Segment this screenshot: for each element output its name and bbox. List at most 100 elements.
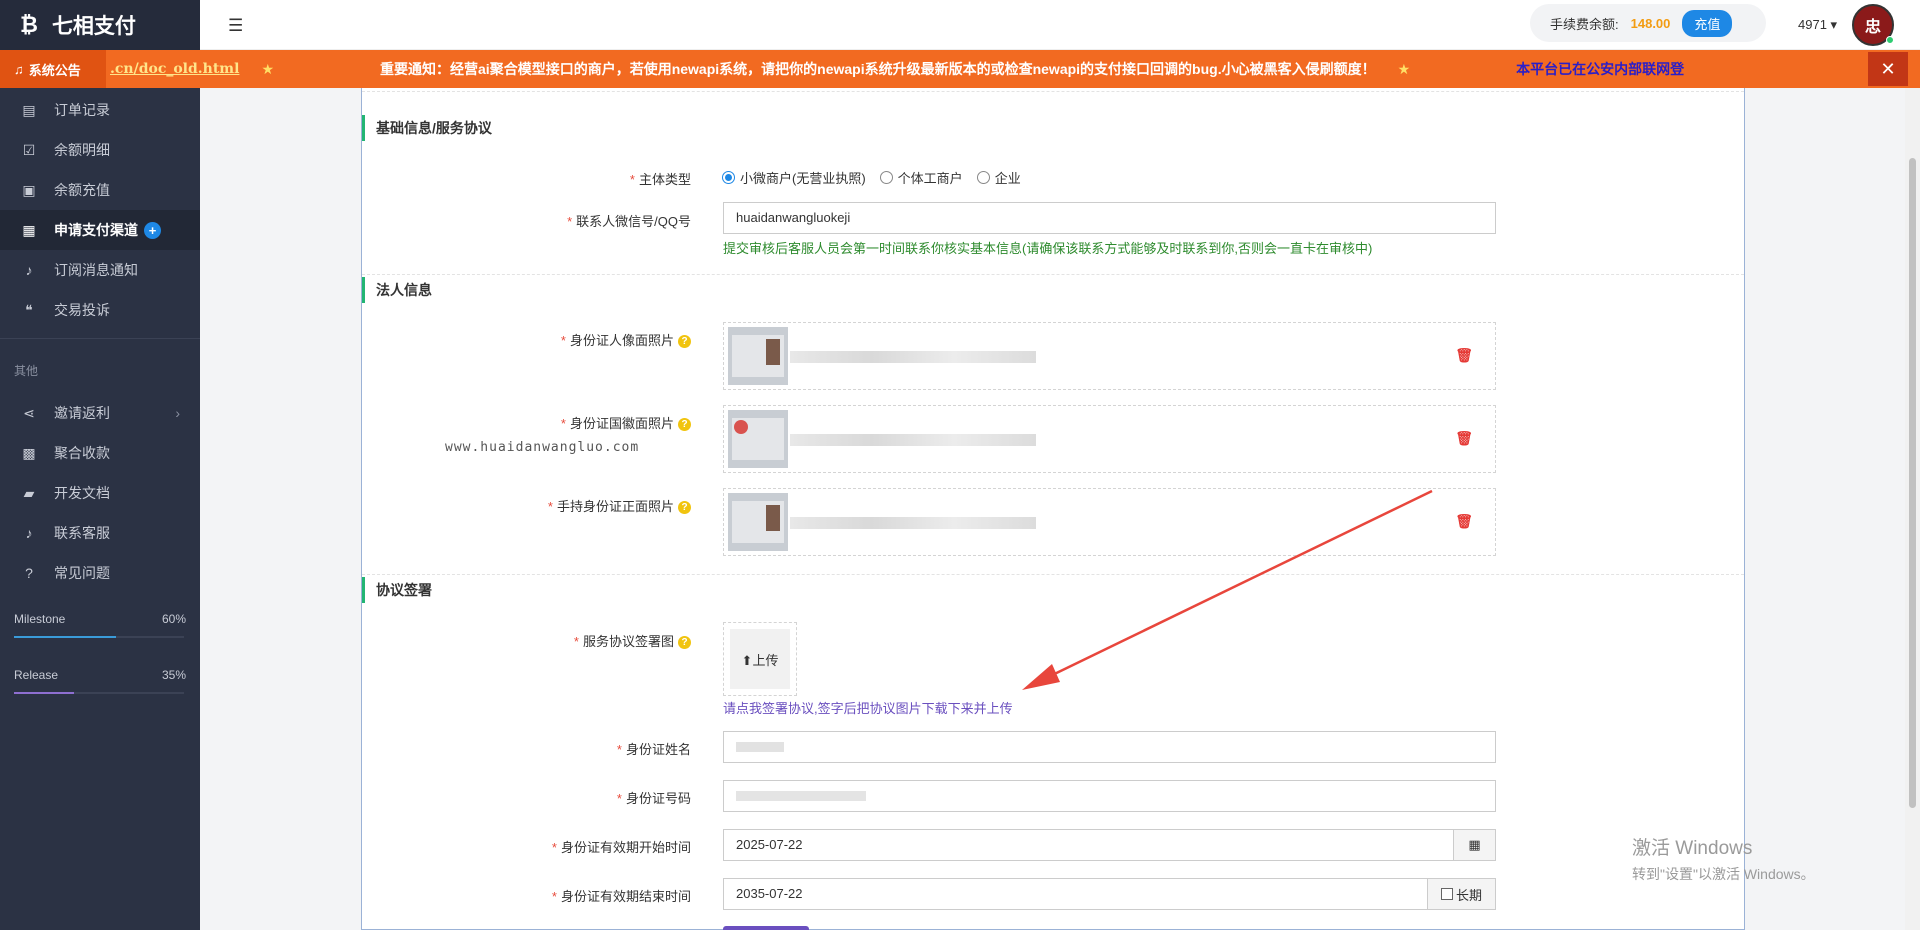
- agreement-label: * 服务协议签署图?: [574, 631, 691, 650]
- sidebar: ₿ 七相支付 ▤ 订单记录 ☑ 余额明细 ▣ 余额充值 ▦ 申请支付渠道 + ♪…: [0, 0, 200, 930]
- upload-button[interactable]: ⬆上传: [730, 629, 790, 689]
- id-name-input[interactable]: [723, 731, 1496, 763]
- brand[interactable]: ₿ 七相支付: [0, 0, 200, 50]
- scroll-thumb[interactable]: [1909, 158, 1916, 808]
- trash-icon[interactable]: 🗑: [1455, 430, 1473, 447]
- sidebar-section-other: 其他: [14, 363, 39, 378]
- sidebar-item-invite[interactable]: ⋖ 邀请返利 ›: [0, 393, 200, 433]
- user-menu[interactable]: 4971 ▾: [1798, 17, 1837, 33]
- id-number-label: * 身份证号码: [616, 791, 691, 806]
- announcement-link[interactable]: .cn/doc_old.html: [110, 61, 239, 77]
- share-icon: ⋖: [23, 404, 35, 421]
- sidebar-item-subscribe[interactable]: ♪ 订阅消息通知: [0, 250, 200, 290]
- long-term-checkbox[interactable]: 长期: [1428, 878, 1496, 910]
- sidebar-item-balance-detail[interactable]: ☑ 余额明细: [0, 130, 200, 170]
- sidebar-item-label: 邀请返利: [54, 405, 110, 421]
- divider: [362, 274, 1744, 275]
- id-end-date-group: 2035-07-22 长期: [723, 878, 1496, 910]
- scrollbar[interactable]: [1905, 88, 1920, 930]
- contact-input[interactable]: huaidanwangluokeji: [723, 202, 1496, 234]
- sidebar-item-recharge[interactable]: ▣ 余额充值: [0, 170, 200, 210]
- agreement-upload-box: ⬆上传: [723, 622, 797, 696]
- close-icon[interactable]: ✕: [1868, 52, 1908, 86]
- subject-type-radio-group: 小微商户(无营业执照) 个体工商户 企业: [722, 168, 1035, 187]
- sidebar-item-complaints[interactable]: ❝ 交易投诉: [0, 290, 200, 330]
- section-legal-info: 法人信息: [362, 277, 432, 303]
- radio-individual[interactable]: [879, 171, 893, 184]
- agreement-sign-link[interactable]: 请点我签署协议,签字后把协议图片下载下来并上传: [723, 698, 1013, 717]
- apply-form-card: 基础信息/服务协议 * 主体类型 小微商户(无营业执照) 个体工商户 企业 * 联系…: [361, 88, 1745, 930]
- id-start-date-group: 2025-07-22 ▦: [723, 829, 1496, 861]
- progress-track: [14, 636, 184, 638]
- sidebar-item-aggregate[interactable]: ▩ 聚合收款: [0, 433, 200, 473]
- plus-badge: +: [144, 221, 161, 239]
- calendar-icon[interactable]: ▦: [1454, 829, 1496, 861]
- bell-icon: ♫: [14, 61, 24, 77]
- calendar-check-icon: ☑: [22, 141, 36, 158]
- id-number-input[interactable]: [723, 780, 1496, 812]
- divider: [362, 91, 1744, 92]
- radio-micro-merchant[interactable]: [722, 171, 735, 184]
- list-icon: ▤: [22, 101, 36, 118]
- sidebar-item-docs[interactable]: ▰ 开发文档: [0, 473, 200, 513]
- bell-icon: ♪: [25, 525, 33, 541]
- sidebar-item-faq[interactable]: ? 常见问题: [0, 553, 200, 593]
- id-hold-upload[interactable]: 🗑: [723, 488, 1496, 556]
- id-back-thumbnail[interactable]: [728, 410, 788, 468]
- progress-release: Release 35%: [0, 668, 200, 694]
- id-start-label: * 身份证有效期开始时间: [551, 840, 691, 855]
- help-icon: ?: [678, 501, 691, 514]
- progress-fill: [14, 636, 116, 638]
- id-start-date-input[interactable]: 2025-07-22: [723, 829, 1454, 861]
- star-icon: ★: [1397, 60, 1411, 77]
- announcement-title-text: 系统公告: [28, 62, 81, 78]
- trash-icon[interactable]: 🗑: [1455, 347, 1473, 364]
- sidebar-item-label: 余额明细: [54, 142, 110, 158]
- sidebar-item-orders[interactable]: ▤ 订单记录: [0, 90, 200, 130]
- announcement-marquee: .cn/doc_old.html ★ 重要通知：经营ai聚合模型接口的商户，若使…: [106, 59, 1866, 79]
- announcement-bar: ♫ 系统公告 .cn/doc_old.html ★ 重要通知：经营ai聚合模型接…: [0, 50, 1920, 88]
- money-icon: ▣: [22, 181, 36, 198]
- submit-button[interactable]: [723, 926, 809, 930]
- bitcoin-logo-icon: ₿: [20, 12, 38, 37]
- clipboard-icon: ▦: [22, 221, 36, 238]
- help-icon: ?: [678, 636, 691, 649]
- divider: [0, 338, 200, 339]
- sidebar-nav: ▤ 订单记录 ☑ 余额明细 ▣ 余额充值 ▦ 申请支付渠道 + ♪ 订阅消息通知…: [0, 90, 200, 724]
- id-end-date-input[interactable]: 2035-07-22: [723, 878, 1428, 910]
- question-icon: ?: [25, 565, 33, 581]
- book-icon: ▰: [23, 484, 35, 501]
- brand-name: 七相支付: [51, 15, 136, 38]
- balance-value: 148.00: [1630, 15, 1671, 31]
- menu-toggle-icon[interactable]: ☰: [228, 16, 243, 36]
- progress-fill: [14, 692, 74, 694]
- announcement-title: ♫ 系统公告: [0, 50, 106, 88]
- sidebar-item-support[interactable]: ♪ 联系客服: [0, 513, 200, 553]
- sidebar-item-label: 开发文档: [54, 485, 110, 501]
- progress-name: Milestone: [14, 612, 66, 626]
- blurred-filename: [790, 517, 1036, 529]
- checkbox-icon[interactable]: [1440, 888, 1453, 900]
- progress-percent: 35%: [161, 668, 186, 682]
- progress-percent: 60%: [161, 612, 186, 626]
- recharge-button[interactable]: 充值: [1682, 9, 1733, 37]
- topbar: ☰ 手续费余额: 148.00 充值 4971 ▾ 忠: [200, 0, 1920, 50]
- main-content: 基础信息/服务协议 * 主体类型 小微商户(无营业执照) 个体工商户 企业 * 联系…: [200, 88, 1905, 930]
- radio-enterprise[interactable]: [976, 171, 990, 184]
- section-basic-info: 基础信息/服务协议: [362, 115, 492, 141]
- id-front-thumbnail[interactable]: [728, 327, 788, 385]
- chevron-right-icon: ›: [175, 405, 180, 421]
- help-icon: ?: [678, 335, 691, 348]
- progress-milestone: Milestone 60%: [0, 612, 200, 638]
- id-back-upload[interactable]: 🗑: [723, 405, 1496, 473]
- id-hold-thumbnail[interactable]: [728, 493, 788, 551]
- id-front-upload[interactable]: 🗑: [723, 322, 1496, 390]
- star-icon: ★: [261, 60, 275, 77]
- grid-icon: ▩: [22, 444, 36, 461]
- trash-icon[interactable]: 🗑: [1455, 513, 1473, 530]
- contact-label: * 联系人微信号/QQ号: [567, 214, 691, 229]
- blurred-filename: [790, 351, 1036, 363]
- id-name-label: * 身份证姓名: [616, 742, 691, 757]
- sidebar-item-apply-channel[interactable]: ▦ 申请支付渠道 +: [0, 210, 200, 250]
